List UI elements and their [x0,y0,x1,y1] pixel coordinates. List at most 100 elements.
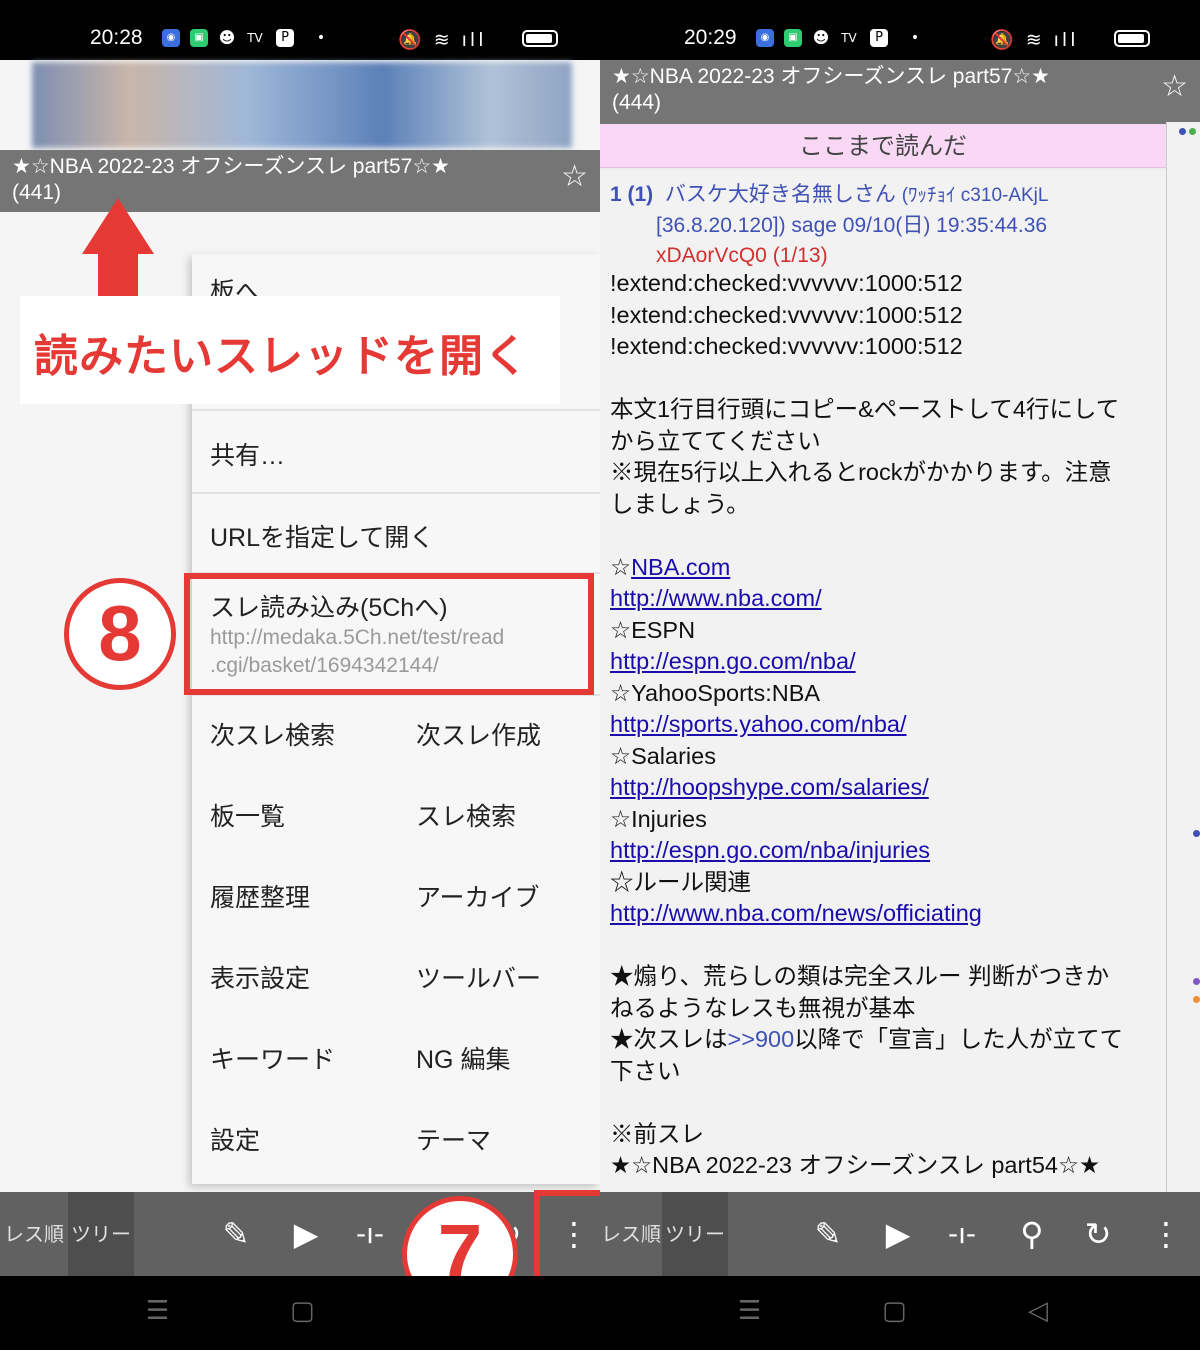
body-line: しましょう。 [610,490,750,517]
cat-icon: ☻ [812,28,830,47]
menu-history[interactable]: 履歴整理 [210,878,310,914]
recent-apps-icon[interactable]: ☰ [146,1296,169,1326]
thread-title-bar[interactable]: ★☆NBA 2022-23 オフシーズンスレ part57☆★ (444) ☆ [600,60,1200,124]
body-line: ※現在5行以上入れるとrockがかかります。注意 [610,459,1112,485]
menu-ng-edit[interactable]: NG 編集 [416,1040,510,1076]
body-line: ★煽り、荒らしの類は完全スルー 判断がつきか [610,963,1110,989]
tree-dot [1193,996,1200,1003]
tree-scroll-strip[interactable] [1166,122,1200,1192]
slider-icon[interactable]: -ı- [348,1192,392,1276]
play-icon[interactable]: ▶ [876,1192,920,1276]
tree-dot [1189,128,1196,135]
edit-icon[interactable]: ✎ [806,1192,850,1276]
app-icon: P [870,29,888,47]
tab-tree[interactable]: ツリー [68,1192,134,1276]
annotation-highlight-menu [534,1190,600,1286]
annotation-callout-text: 読みたいスレッドを開く [34,331,529,382]
nav-bar: ☰ ▢ ◁ [600,1276,1200,1350]
body-line: ねるようなレスも無視が基本 [610,994,916,1021]
menu-archive[interactable]: アーカイブ [416,878,540,914]
body-line: 下さい [610,1057,681,1084]
link-injuries[interactable]: http://espn.go.com/nba/injuries [610,837,930,863]
app-icon: ▣ [784,29,802,47]
link-yahoo[interactable]: http://sports.yahoo.com/nba/ [610,711,907,737]
post-uid[interactable]: xDAorVcQ0 (1/13) [610,241,1048,271]
body-line: ☆ルール関連 [610,868,751,895]
tab-tree[interactable]: ツリー [662,1192,728,1276]
dot-icon: • [312,29,330,47]
star-icon[interactable]: ☆ [1161,72,1188,102]
menu-open-url[interactable]: URLを指定して開く [210,518,434,554]
menu-next-thread-create[interactable]: 次スレ作成 [416,716,541,752]
recent-apps-icon[interactable]: ☰ [738,1296,761,1326]
signal-icons: 🔕 ≋ ıll [990,29,1079,51]
tree-dot [1179,128,1186,135]
link-espn[interactable]: http://espn.go.com/nba/ [610,648,856,674]
menu-display-settings[interactable]: 表示設定 [210,959,310,995]
link-hoopshype[interactable]: http://hoopshype.com/salaries/ [610,774,929,800]
menu-board-list[interactable]: 板一覧 [210,797,285,833]
divider [192,409,600,411]
status-time: 20:29 [684,26,737,49]
tv-icon: TV [840,29,858,47]
menu-share[interactable]: 共有… [210,436,285,472]
battery-icon [522,30,558,47]
home-icon[interactable]: ▢ [290,1296,315,1326]
back-icon[interactable]: ◁ [1028,1296,1048,1326]
menu-theme[interactable]: テーマ [416,1121,491,1157]
body-line: !extend:checked:vvvvvv:1000:512 [610,301,963,328]
body-line: ★次スレは [610,1026,728,1052]
annotation-highlight-reload [184,573,594,695]
anchor-link[interactable]: >>900 [728,1026,795,1052]
divider [192,492,600,494]
body-line: ※前スレ [610,1120,704,1147]
nav-bar: ☰ ▢ [0,1276,600,1350]
edit-icon[interactable]: ✎ [214,1192,258,1276]
body-line: !extend:checked:vvvvvv:1000:512 [610,270,963,296]
body-line: から立ててください [610,427,821,454]
thread-count: (444) [612,91,662,114]
link-nba-url[interactable]: http://www.nba.com/ [610,585,822,611]
blurred-banner [32,62,572,148]
tab-res-order[interactable]: レス順 [600,1192,662,1276]
star-icon[interactable]: ☆ [561,162,588,192]
body-line: ☆Salaries [610,742,716,769]
post-id-tag: (ﾜｯﾁｮｲ c310-AKjL [901,185,1049,206]
thread-title: ★☆NBA 2022-23 オフシーズンスレ part57☆★ [12,155,450,178]
menu-thread-search[interactable]: スレ検索 [416,797,516,833]
dot-icon: • [906,29,924,47]
post-body: !extend:checked:vvvvvv:1000:512 !extend:… [610,268,1162,1182]
annotation-arrow [82,198,154,254]
body-line: 以降で「宣言」した人が立てて [794,1026,1124,1052]
link-nba[interactable]: NBA.com [631,554,730,580]
thread-title: ★☆NBA 2022-23 オフシーズンスレ part57☆★ [612,65,1050,88]
body-line: ☆ESPN [610,616,696,643]
post-number[interactable]: 1 (1) [610,183,653,206]
body-line: ★☆NBA 2022-23 オフシーズンスレ part54☆★ [610,1152,1101,1178]
menu-settings[interactable]: 設定 [210,1121,260,1157]
post-header: 1 (1) バスケ大好き名無しさん (ﾜｯﾁｮｲ c310-AKjL [36.8… [610,180,1048,271]
tab-res-order[interactable]: レス順 [0,1192,68,1276]
search-icon[interactable]: ⚲ [1010,1192,1054,1276]
body-line: !extend:checked:vvvvvv:1000:512 [610,333,963,359]
reload-icon[interactable]: ↻ [1076,1192,1120,1276]
annotation-step-8: 8 [64,578,176,690]
status-bar: 20:28 ◉ ▣ ☻ TV P • 🔕 ≋ ıll [0,0,600,60]
menu-toolbar[interactable]: ツールバー [416,959,541,995]
more-vert-icon[interactable]: ⋮ [1144,1192,1188,1276]
app-icon: ▣ [190,29,208,47]
battery-icon [1114,30,1150,47]
home-icon[interactable]: ▢ [882,1296,907,1326]
menu-keyword[interactable]: キーワード [210,1040,335,1076]
app-icon: P [276,29,294,47]
left-screenshot: 20:28 ◉ ▣ ☻ TV P • 🔕 ≋ ıll ★☆NBA 2022-23… [0,0,600,1350]
app-icon: ◉ [162,29,180,47]
slider-icon[interactable]: -ı- [940,1192,984,1276]
link-officiating[interactable]: http://www.nba.com/news/officiating [610,900,982,926]
right-screenshot: 20:29 ◉ ▣ ☻ TV P • 🔕 ≋ ıll ★☆NBA 2022-23… [600,0,1200,1350]
tree-dot [1193,830,1200,837]
here-read-marker[interactable]: ここまで読んだ [600,124,1166,168]
menu-next-thread-search[interactable]: 次スレ検索 [210,716,335,752]
play-icon[interactable]: ▶ [284,1192,328,1276]
body-line: ☆Injuries [610,805,707,832]
